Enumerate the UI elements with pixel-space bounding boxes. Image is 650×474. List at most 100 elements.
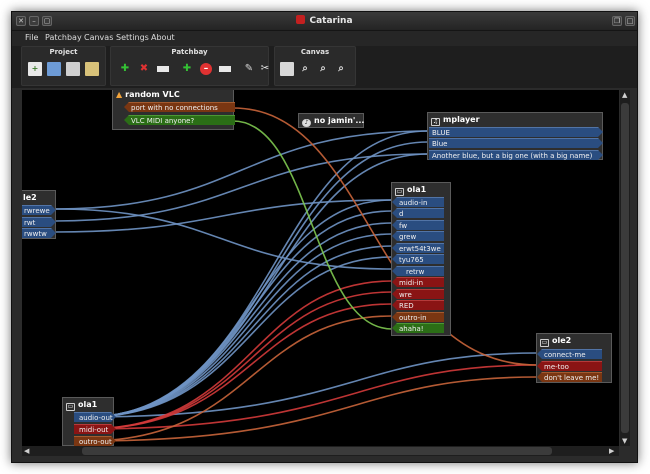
music-note-icon: ♪ [302, 119, 311, 127]
scroll-left-icon[interactable]: ◀ [24, 446, 29, 456]
app-icon [296, 15, 306, 24]
box-no-jamin-title: no jamin'... [314, 116, 365, 125]
box-ola1-bottom[interactable]: ▭ ola1 audio-out midi-out outro-out [62, 397, 114, 446]
save-as-icon[interactable] [85, 62, 99, 76]
menu-patchbay[interactable]: Patchbay [45, 33, 82, 42]
patchbay-group-label: Patchbay [171, 48, 208, 56]
port-vlc-midi[interactable]: VLC MIDI anyone? [124, 115, 235, 125]
port-rwt[interactable]: rwt [22, 217, 56, 227]
port-grew[interactable]: grew [392, 231, 444, 241]
add-port-icon[interactable]: ✚ [180, 62, 194, 76]
port-me-too[interactable]: me-too [537, 361, 602, 371]
box-ola1-mid[interactable]: ▭ ola1 audio-in d fw grew erwt54t3we tyu7… [391, 182, 451, 336]
port-audio-in[interactable]: audio-in [392, 197, 444, 207]
port-d[interactable]: d [392, 208, 444, 218]
open-file-icon[interactable] [47, 62, 61, 76]
device-icon: ▭ [66, 403, 75, 411]
connect-icon[interactable]: ✎ [242, 62, 256, 76]
port-midi-in[interactable]: midi-in [392, 277, 444, 287]
port-midi-out[interactable]: midi-out [74, 424, 116, 434]
remove-port-icon[interactable]: – [199, 62, 213, 76]
box-mplayer[interactable]: ♫ mplayer BLUE Blue Another blue, but a b… [427, 112, 603, 160]
vertical-scrollbar[interactable]: ▲ ▼ [620, 90, 630, 446]
box-random-vlc[interactable]: ▲ random VLC port with no connections VLC… [112, 90, 235, 130]
vertical-scroll-thumb[interactable] [621, 103, 629, 433]
speaker-icon: ♫ [431, 118, 440, 126]
port-fw[interactable]: fw [392, 220, 444, 230]
menu-canvas[interactable]: Canvas [84, 33, 113, 42]
rename-group-icon[interactable] [156, 62, 170, 76]
scroll-up-icon[interactable]: ▲ [622, 90, 627, 100]
box-ole2-right-header[interactable]: ▭ ole2 [537, 334, 611, 347]
save-icon[interactable] [66, 62, 80, 76]
canvas-group-label: Canvas [300, 48, 330, 56]
box-mplayer-header[interactable]: ♫ mplayer [428, 113, 602, 126]
window-maximize-icon[interactable]: □ [625, 16, 635, 26]
menu-about[interactable]: About [151, 33, 175, 42]
link-outro-out-to-dont-leave [86, 376, 538, 442]
port-outro-out[interactable]: outro-out [74, 436, 116, 446]
menu-file[interactable]: File [25, 33, 38, 42]
port-big-blue[interactable]: Another blue, but a big one (with a big … [429, 150, 603, 160]
box-mplayer-title: mplayer [443, 115, 480, 124]
port-retrw[interactable]: retrw [392, 266, 444, 276]
canvas-group: Canvas ⌕ ⌕ ⌕ [274, 46, 356, 86]
port-connect-me[interactable]: connect-me [537, 349, 602, 359]
zoom-fit-icon[interactable]: ⌕ [298, 62, 312, 76]
zoom-out-icon[interactable]: ⌕ [334, 62, 348, 76]
port-rwwtw[interactable]: rwwtw [22, 228, 56, 238]
horizontal-scrollbar[interactable]: ◀ ▶ [22, 446, 619, 456]
box-ola1-bottom-title: ola1 [78, 400, 98, 409]
port-audio-out[interactable]: audio-out [74, 412, 116, 422]
project-group: Project + [21, 46, 106, 86]
port-wre[interactable]: wre [392, 289, 444, 299]
scroll-down-icon[interactable]: ▼ [622, 436, 627, 446]
port-dont-leave-me[interactable]: don't leave me! [537, 372, 602, 382]
window-title: Catarina [12, 15, 637, 26]
arrange-icon[interactable] [280, 62, 294, 76]
window-restore-icon[interactable]: ❐ [612, 16, 622, 26]
port-blue-upper[interactable]: BLUE [429, 127, 603, 137]
link-rwrewe-to-retrw [54, 208, 393, 270]
new-file-icon[interactable]: + [28, 62, 42, 76]
link-audio-out-to-connect [86, 352, 538, 418]
box-ole2-left[interactable]: le2 rwrewe rwt rwwtw [22, 190, 56, 239]
rename-port-icon[interactable] [218, 62, 232, 76]
port-rwrewe[interactable]: rwrewe [22, 205, 56, 215]
box-ole2-right-title: ole2 [552, 336, 572, 345]
link-audio-out-to-bigblue [86, 153, 429, 418]
box-ola1-bottom-header[interactable]: ▭ ola1 [63, 398, 113, 411]
box-no-jamin[interactable]: ♪ no jamin'... [298, 113, 364, 128]
port-tyu765[interactable]: tyu765 [392, 254, 444, 264]
window-title-text: Catarina [309, 16, 353, 26]
zoom-in-icon[interactable]: ⌕ [316, 62, 330, 76]
port-outro-in[interactable]: outro-in [392, 312, 444, 322]
port-red[interactable]: RED [392, 300, 444, 310]
port-no-connections[interactable]: port with no connections [124, 102, 235, 112]
port-erwt54t3we[interactable]: erwt54t3we [392, 243, 444, 253]
port-ahaha[interactable]: ahaha! [392, 323, 444, 333]
vlc-cone-icon: ▲ [116, 90, 123, 99]
port-blue-lower[interactable]: Blue [429, 138, 603, 148]
link-outro-out-to-outro-in [86, 315, 393, 442]
box-ole2-left-title: le2 [23, 193, 37, 202]
add-group-icon[interactable]: ✚ [118, 62, 132, 76]
scroll-right-icon[interactable]: ▶ [609, 446, 614, 456]
menu-bar: File Patchbay Canvas Settings About [12, 31, 637, 46]
box-ole2-left-header[interactable]: le2 [22, 191, 55, 204]
remove-group-icon[interactable]: ✖ [137, 62, 151, 76]
catarina-window: ✕ – ▢ Catarina ❐ □ File Patchbay Canvas … [11, 11, 638, 463]
box-ola1-mid-header[interactable]: ▭ ola1 [392, 183, 450, 196]
disconnect-icon[interactable]: ✂ [258, 62, 272, 76]
box-no-jamin-header[interactable]: ♪ no jamin'... [299, 114, 365, 127]
device-icon: ▭ [540, 339, 549, 347]
toolbar: Project + Patchbay ✚ ✖ ✚ – ✎ ✂ Canvas ⌕ … [12, 46, 637, 88]
horizontal-scroll-thumb[interactable] [82, 447, 552, 455]
link-rwrewe-to-blue [54, 130, 429, 210]
box-random-vlc-header[interactable]: ▲ random VLC [113, 90, 233, 101]
box-ole2-right[interactable]: ▭ ole2 connect-me me-too don't leave me! [536, 333, 612, 383]
device-icon: ▭ [395, 188, 404, 196]
patchbay-canvas[interactable]: ▲ random VLC port with no connections VLC… [22, 90, 619, 446]
link-audio-out-to-blue [86, 130, 429, 418]
menu-settings[interactable]: Settings [116, 33, 149, 42]
